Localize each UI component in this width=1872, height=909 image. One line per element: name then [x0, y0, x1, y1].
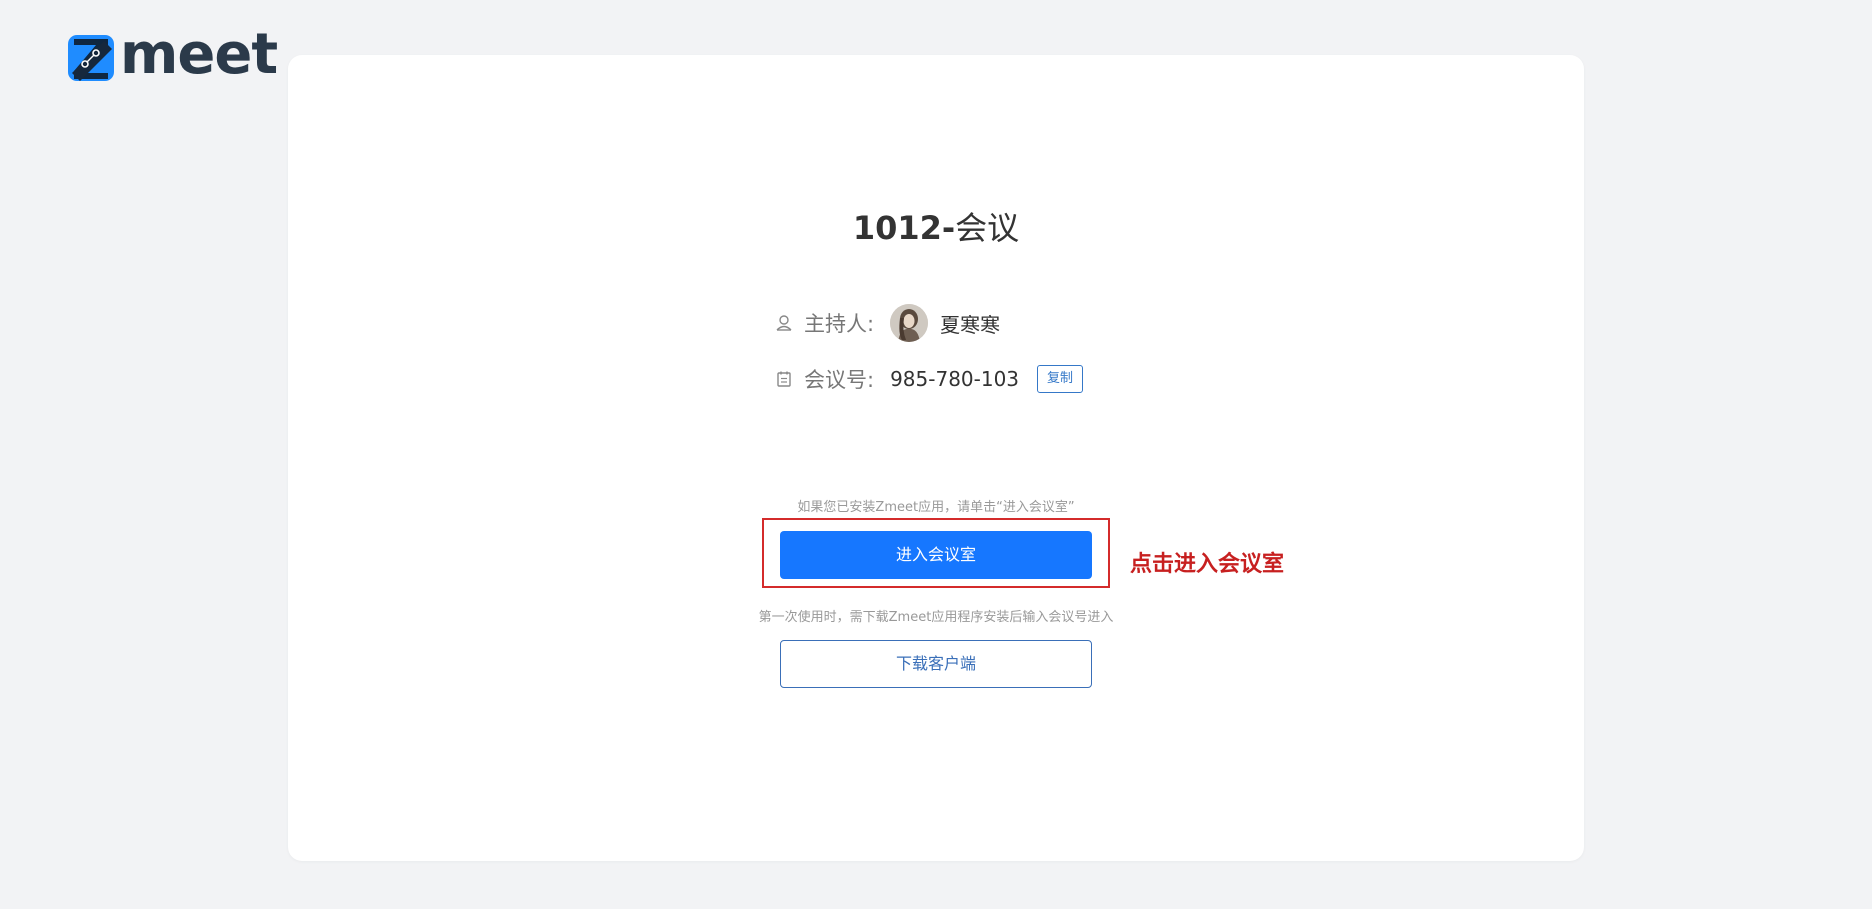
host-avatar — [890, 304, 929, 342]
host-row: 主持人: 夏寒寒 — [774, 303, 1000, 343]
zmeet-logo: meet — [68, 22, 278, 87]
enter-hint: 如果您已安装Zmeet应用，请单击“进入会议室” — [797, 500, 1075, 515]
host-label: 主持人: — [804, 312, 875, 336]
download-hint: 第一次使用时，需下载Zmeet应用程序安装后输入会议号进入 — [758, 610, 1114, 625]
meeting-title-text: 会议 — [955, 209, 1020, 247]
meeting-title-number: 1012- — [852, 209, 956, 247]
meeting-id-label: 会议号: — [804, 368, 875, 392]
meeting-id-value: 985-780-103 — [890, 367, 1020, 391]
annotation-text: 点击进入会议室 — [1130, 551, 1285, 577]
meeting-card: 1012-会议 主持人: 夏寒寒 会议号: 985-780-103 复制 如果您… — [288, 55, 1584, 861]
meeting-title: 1012-会议 — [288, 206, 1584, 250]
host-name: 夏寒寒 — [940, 312, 1001, 337]
zmeet-logo-icon — [68, 35, 114, 81]
meeting-id-row: 会议号: 985-780-103 复制 — [774, 359, 1084, 399]
person-icon — [774, 313, 794, 333]
calendar-icon — [774, 369, 794, 389]
logo-text: meet — [120, 22, 278, 87]
enter-meeting-button[interactable]: 进入会议室 — [780, 531, 1092, 579]
copy-button[interactable]: 复制 — [1037, 365, 1084, 393]
download-client-button[interactable]: 下载客户端 — [780, 640, 1092, 688]
